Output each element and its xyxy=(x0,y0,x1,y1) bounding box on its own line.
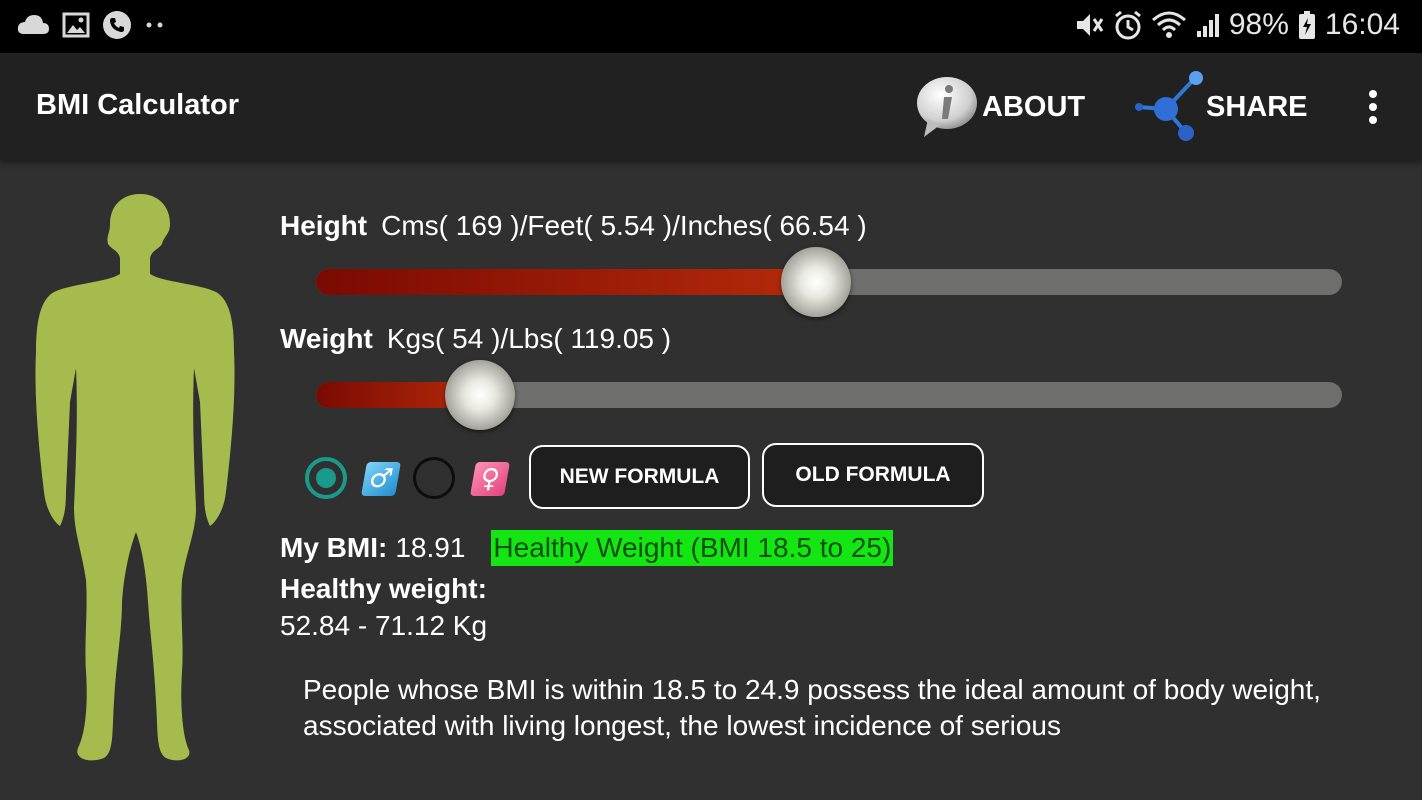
bmi-value: 18.91 xyxy=(395,532,466,563)
height-value: Cms( 169 )/Feet( 5.54 )/Inches( 66.54 ) xyxy=(381,210,867,241)
about-button[interactable]: ABOUT xyxy=(914,71,1085,143)
height-slider[interactable] xyxy=(316,247,1342,317)
height-label-row: Height Cms( 169 )/Feet( 5.54 )/Inches( 66… xyxy=(280,210,867,242)
mute-icon xyxy=(1076,14,1104,36)
overflow-menu-button[interactable] xyxy=(1364,87,1382,127)
signal-icon xyxy=(1196,14,1219,37)
body-figure xyxy=(35,194,235,761)
female-icon: ♀ xyxy=(470,462,510,496)
battery-percent: 98% xyxy=(1228,8,1289,41)
bmi-category-badge: Healthy Weight (BMI 18.5 to 25) xyxy=(491,530,894,566)
weight-slider[interactable] xyxy=(316,360,1342,430)
dot-icon xyxy=(1369,103,1377,111)
male-symbol: ♂ xyxy=(366,464,396,494)
description-text: People whose BMI is within 18.5 to 24.9 … xyxy=(303,674,1321,741)
female-symbol: ♀ xyxy=(477,464,503,494)
share-icon xyxy=(1135,71,1203,141)
height-slider-fill xyxy=(316,269,816,295)
status-bar-left xyxy=(16,10,166,40)
healthy-weight-label: Healthy weight: xyxy=(280,573,487,604)
dot-icon xyxy=(1369,90,1377,98)
weight-slider-thumb[interactable] xyxy=(445,360,515,430)
battery-charging-icon xyxy=(1298,11,1315,39)
share-label: SHARE xyxy=(1206,90,1308,123)
clock: 16:04 xyxy=(1324,8,1400,41)
radio-dot xyxy=(316,468,336,488)
new-formula-button[interactable]: NEW FORMULA xyxy=(529,445,750,509)
weight-label-row: Weight Kgs( 54 )/Lbs( 119.05 ) xyxy=(280,323,671,355)
status-bar-right: 98% 16:04 xyxy=(1073,8,1400,42)
height-slider-thumb[interactable] xyxy=(781,247,851,317)
app-bar: BMI Calculator ABOUT SHARE xyxy=(0,53,1422,160)
bmi-label: My BMI: xyxy=(280,532,388,563)
app-title: BMI Calculator xyxy=(36,89,240,121)
main-content: Height Cms( 169 )/Feet( 5.54 )/Inches( 66… xyxy=(0,160,1422,800)
cloud-icon xyxy=(17,15,49,34)
male-radio[interactable] xyxy=(305,457,347,499)
weight-label: Weight xyxy=(280,323,373,354)
dot-icon xyxy=(1369,116,1377,124)
phone-call-icon xyxy=(103,11,131,39)
more-notifications-icon xyxy=(146,22,163,28)
status-bar: 98% 16:04 xyxy=(0,0,1422,53)
female-radio[interactable] xyxy=(413,457,455,499)
height-label: Height xyxy=(280,210,368,241)
male-icon: ♂ xyxy=(361,462,401,496)
description-scroll[interactable]: People whose BMI is within 18.5 to 24.9 … xyxy=(303,672,1363,756)
old-formula-button[interactable]: OLD FORMULA xyxy=(762,443,984,507)
wifi-icon xyxy=(1151,11,1186,38)
info-bubble-icon xyxy=(917,77,977,137)
healthy-weight-range: 52.84 - 71.12 Kg xyxy=(280,610,488,641)
share-button[interactable]: SHARE xyxy=(1134,71,1308,143)
about-label: ABOUT xyxy=(982,90,1086,123)
alarm-icon xyxy=(1114,10,1141,40)
image-icon xyxy=(62,12,90,38)
bmi-result: My BMI: 18.91 Healthy Weight (BMI 18.5 t… xyxy=(280,530,894,566)
weight-value: Kgs( 54 )/Lbs( 119.05 ) xyxy=(386,323,672,354)
